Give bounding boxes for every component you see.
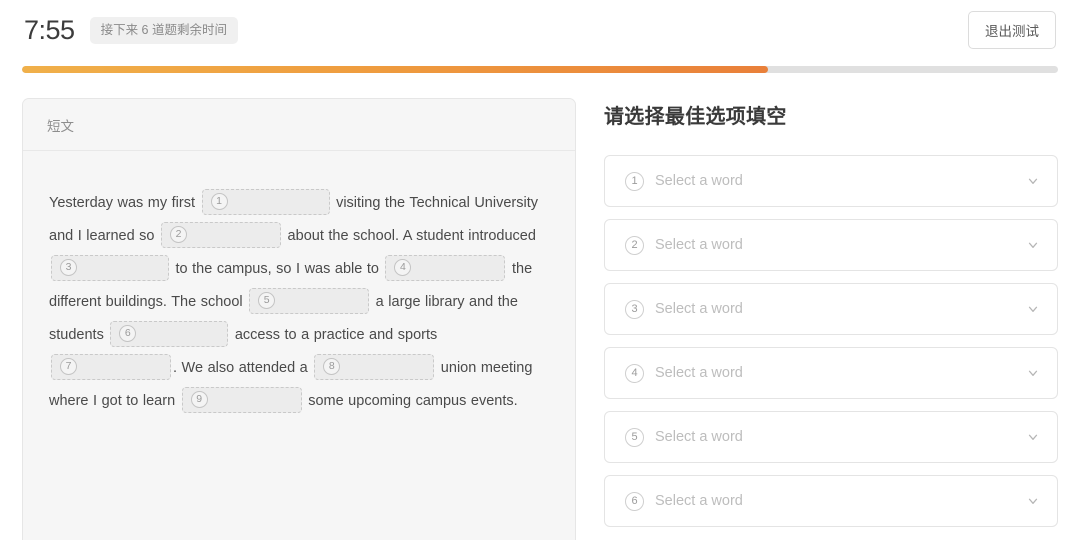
select-number-badge: 4 (625, 363, 644, 383)
word-select-3[interactable]: 3 Select a word (604, 283, 1058, 335)
answers-panel: 请选择最佳选项填空 1 Select a word 2 Select a word 3 S… (604, 98, 1058, 540)
passage-blank-6[interactable]: 6 (110, 321, 229, 348)
passage-text-run: to the campus, so I was able to (171, 261, 384, 277)
progress-bar-fill (22, 66, 768, 73)
select-value-label: Select a word (655, 429, 743, 445)
passage-body: Yesterday was my first 1 visiting the Te… (23, 151, 575, 438)
blank-number-badge: 1 (210, 192, 228, 210)
passage-text-run: about the school. A student introduced (283, 228, 536, 244)
chevron-down-icon[interactable] (1026, 238, 1040, 252)
blank-number-badge: 3 (60, 258, 77, 276)
passage-text: Yesterday was my first 1 visiting the Te… (49, 187, 549, 418)
passage-blank-7[interactable]: 7 (51, 354, 171, 381)
word-select-1[interactable]: 1 Select a word (604, 155, 1058, 207)
blank-number-badge: 2 (170, 225, 188, 243)
passage-blank-5[interactable]: 5 (249, 288, 370, 315)
exit-test-button[interactable]: 退出测试 (968, 11, 1056, 49)
blank-number-badge: 6 (119, 324, 137, 342)
progress-bar-track (22, 66, 1058, 73)
passage-panel: 短文 Yesterday was my first 1 visiting the… (22, 98, 576, 540)
select-value-label: Select a word (655, 365, 743, 381)
timer-description-badge: 接下来 6 道题剩余时间 (89, 16, 238, 44)
passage-panel-header: 短文 (23, 99, 575, 151)
select-value-label: Select a word (655, 173, 743, 189)
select-number-badge: 6 (625, 491, 644, 511)
select-value-label: Select a word (655, 493, 743, 509)
chevron-down-icon[interactable] (1026, 174, 1040, 188)
word-select-list: 1 Select a word 2 Select a word 3 Select a wo… (604, 155, 1058, 527)
blank-number-badge: 8 (323, 357, 341, 375)
blank-number-badge: 4 (394, 258, 412, 276)
select-value-label: Select a word (655, 237, 743, 253)
select-number-badge: 1 (625, 171, 644, 191)
top-bar: 7:55 接下来 6 道题剩余时间 退出测试 (0, 0, 1080, 60)
passage-text-run: access to a practice and sports (230, 327, 438, 343)
blank-number-badge: 9 (190, 390, 208, 408)
passage-blank-3[interactable]: 3 (51, 255, 169, 282)
passage-blank-9[interactable]: 9 (181, 387, 302, 414)
passage-text-run: some upcoming campus events. (303, 393, 518, 409)
passage-text-run: . We also attended a (173, 360, 313, 376)
select-value-label: Select a word (655, 301, 743, 317)
passage-blank-2[interactable]: 2 (161, 222, 282, 249)
word-select-5[interactable]: 5 Select a word (604, 411, 1058, 463)
main-content: 短文 Yesterday was my first 1 visiting the… (0, 73, 1080, 540)
word-select-4[interactable]: 4 Select a word (604, 347, 1058, 399)
passage-blank-8[interactable]: 8 (314, 354, 435, 381)
select-number-badge: 2 (625, 235, 644, 255)
word-select-2[interactable]: 2 Select a word (604, 219, 1058, 271)
answers-panel-title: 请选择最佳选项填空 (604, 106, 787, 128)
blank-number-badge: 5 (258, 291, 276, 309)
select-number-badge: 5 (625, 427, 644, 447)
chevron-down-icon[interactable] (1026, 430, 1040, 444)
chevron-down-icon[interactable] (1026, 366, 1040, 380)
countdown-timer: 7:55 (24, 14, 75, 45)
passage-panel-title: 短文 (47, 118, 74, 134)
passage-text-run: Yesterday was my first (49, 195, 200, 211)
chevron-down-icon[interactable] (1026, 494, 1040, 508)
blank-number-badge: 7 (60, 357, 77, 375)
select-number-badge: 3 (625, 299, 644, 319)
chevron-down-icon[interactable] (1026, 302, 1040, 316)
passage-blank-4[interactable]: 4 (385, 255, 506, 282)
word-select-6[interactable]: 6 Select a word (604, 475, 1058, 527)
passage-blank-1[interactable]: 1 (201, 189, 330, 216)
